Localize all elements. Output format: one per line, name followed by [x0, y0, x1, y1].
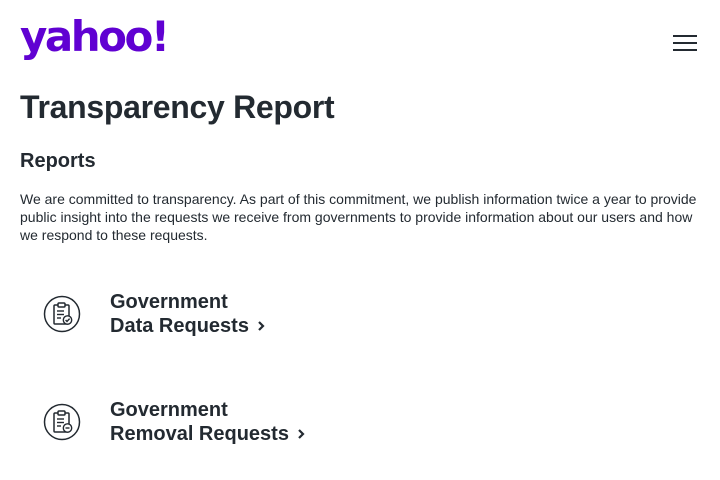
report-label-line1: Government: [110, 291, 228, 313]
report-link-government-removal-requests[interactable]: Government Removal Requests: [20, 392, 420, 462]
report-label-line2: Data Requests: [110, 315, 249, 337]
hamburger-menu-icon[interactable]: [670, 30, 700, 56]
yahoo-logo[interactable]: yahoo!: [20, 12, 170, 62]
page: yahoo! Transparency Report Reports We ar…: [0, 0, 720, 480]
report-label-line1: Government: [110, 399, 228, 421]
clipboard-check-icon: [43, 295, 81, 333]
report-label[interactable]: Government Removal Requests: [110, 398, 305, 446]
section-title: Reports: [20, 150, 96, 172]
clipboard-remove-icon: [43, 403, 81, 441]
intro-text: We are committed to transparency. As par…: [20, 191, 697, 243]
report-link-government-data-requests[interactable]: Government Data Requests: [20, 284, 420, 354]
chevron-right-icon: [258, 320, 265, 331]
chevron-right-icon: [298, 428, 305, 439]
header: yahoo!: [0, 0, 720, 72]
report-label[interactable]: Government Data Requests: [110, 290, 265, 338]
report-label-line2: Removal Requests: [110, 423, 289, 445]
page-title: Transparency Report: [20, 89, 335, 125]
